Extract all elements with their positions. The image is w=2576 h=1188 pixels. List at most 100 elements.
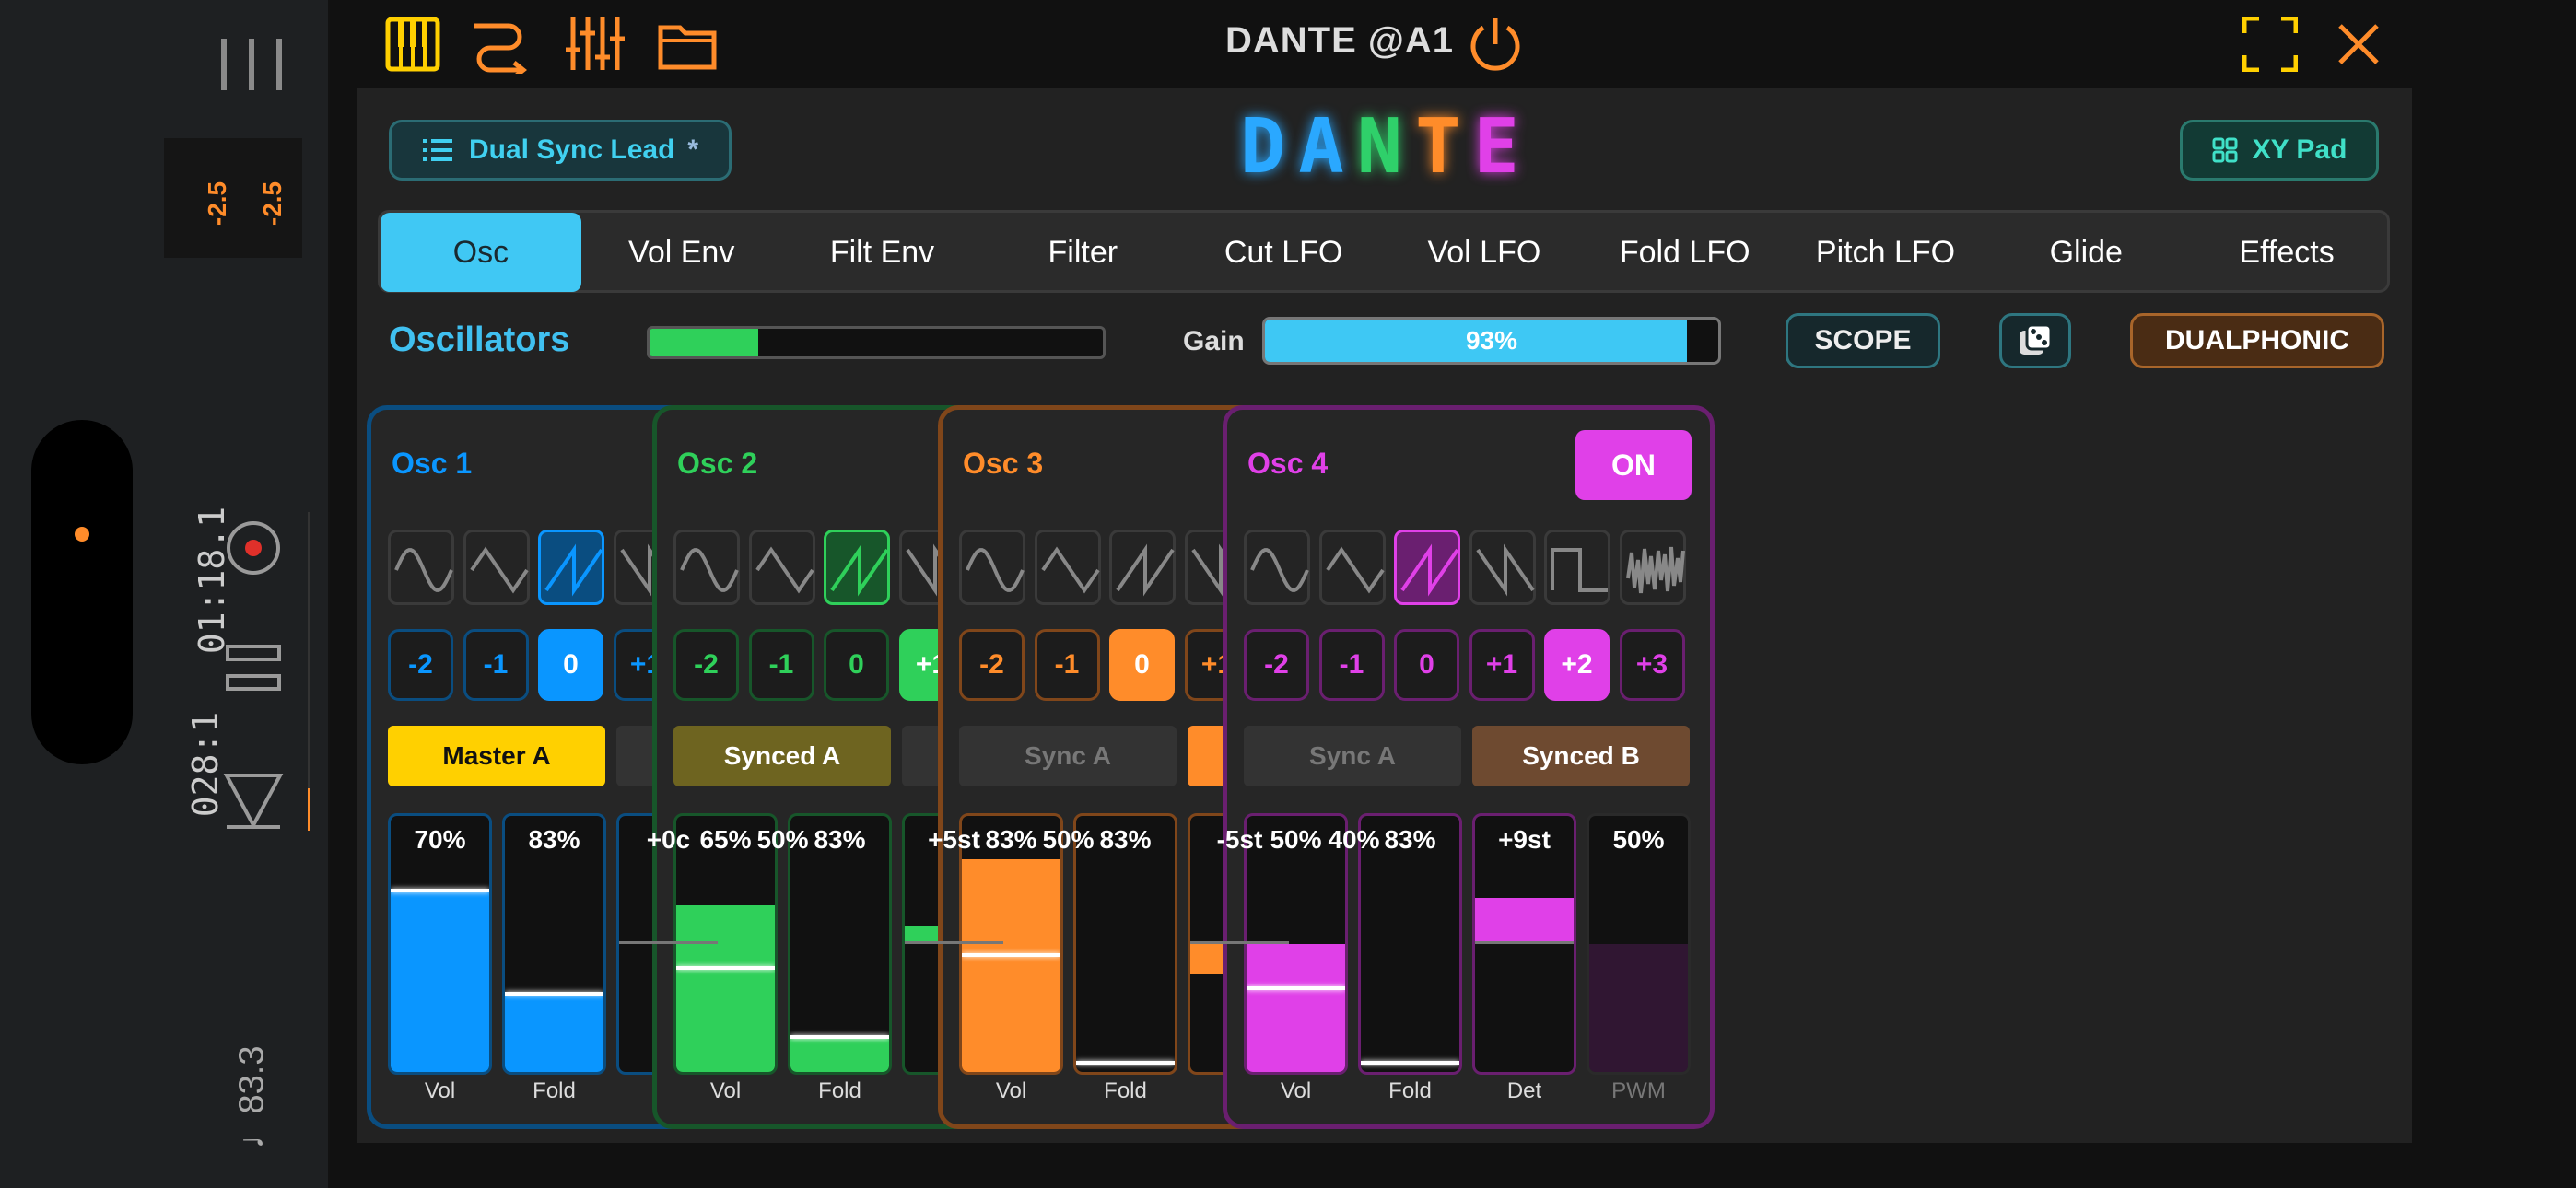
tab-filter[interactable]: Filter (982, 213, 1183, 292)
octave-button[interactable]: -1 (1318, 629, 1385, 701)
oscillator-on-button[interactable]: ON (1575, 430, 1692, 500)
octave-button[interactable]: -2 (1244, 629, 1309, 701)
octave-button[interactable]: -2 (673, 629, 739, 701)
record-button-icon[interactable] (225, 519, 282, 577)
folder-icon[interactable] (658, 18, 717, 70)
preset-button[interactable]: Dual Sync Lead * (389, 120, 732, 181)
param-slider-det[interactable]: +9st (1472, 813, 1576, 1075)
param-slider-pwm[interactable]: 50% (1587, 813, 1691, 1075)
octave-button[interactable]: 0 (824, 629, 889, 701)
wave-saw-icon (1400, 543, 1459, 597)
wave-square-button[interactable] (1544, 530, 1610, 605)
octave-button[interactable]: +3 (1619, 629, 1685, 701)
wave-sine-button[interactable] (1244, 530, 1310, 605)
wave-triangle-button[interactable] (1318, 530, 1386, 605)
octave-button[interactable]: +1 (1469, 629, 1535, 701)
tab-filt-env[interactable]: Filt Env (782, 213, 983, 292)
slider-center-line (1190, 941, 1289, 944)
param-slider-vol[interactable]: 70% (388, 813, 492, 1075)
wave-reverse-saw-button[interactable] (1469, 530, 1536, 605)
wave-sine-icon (966, 548, 1025, 592)
slider-fill (1247, 944, 1345, 1072)
param-slider-fold[interactable]: 83% (502, 813, 606, 1075)
mixer-icon[interactable] (564, 13, 625, 74)
wave-noise-button[interactable] (1619, 530, 1686, 605)
wave-triangle-button[interactable] (748, 530, 815, 605)
plugin-window: DANTE @A1 Dual Sync Lead * DANTE XY Pad (330, 0, 2576, 1188)
wave-saw-button[interactable] (1394, 530, 1460, 605)
param-slider-fold[interactable]: 83% (1073, 813, 1177, 1075)
tab-pitch-lfo[interactable]: Pitch LFO (1786, 213, 1986, 292)
oscillator-name: Osc 2 (677, 447, 758, 480)
tab-fold-lfo[interactable]: Fold LFO (1585, 213, 1786, 292)
tab-vol-lfo[interactable]: Vol LFO (1384, 213, 1585, 292)
octave-button[interactable]: -1 (463, 629, 529, 701)
routing-icon[interactable] (470, 13, 531, 74)
wave-triangle-button[interactable] (463, 530, 530, 605)
octave-button[interactable]: 0 (538, 629, 603, 701)
slider-fill (1589, 944, 1688, 1072)
octave-button[interactable]: -1 (1034, 629, 1100, 701)
plugin-titlebar: DANTE @A1 (330, 0, 2576, 88)
sync-a-button[interactable]: Synced A (673, 726, 891, 786)
plugin-body: Dual Sync Lead * DANTE XY Pad Osc Vol Env… (357, 88, 2412, 1143)
wave-sine-button[interactable] (388, 530, 454, 605)
pause-button-icon[interactable] (225, 641, 282, 696)
dualphonic-button[interactable]: DUALPHONIC (2130, 313, 2384, 368)
xy-pad-button[interactable]: XY Pad (2180, 120, 2379, 181)
power-icon[interactable] (1467, 15, 1524, 72)
play-button-icon[interactable] (221, 772, 286, 831)
tab-glide[interactable]: Glide (1985, 213, 2186, 292)
slider-fill (962, 859, 1060, 1072)
sync-a-button[interactable]: Master A (388, 726, 605, 786)
grid-icon (2212, 137, 2238, 163)
logo-letter: A (1298, 103, 1344, 191)
fullscreen-icon[interactable] (2242, 17, 2298, 72)
oscillator-name: Osc 1 (392, 447, 473, 480)
wave-saw-button[interactable] (824, 530, 890, 605)
tab-cut-lfo[interactable]: Cut LFO (1183, 213, 1384, 292)
param-slider-vol[interactable]: 65% (673, 813, 778, 1075)
menu-handle-icon[interactable] (217, 35, 286, 94)
close-icon[interactable] (2336, 22, 2381, 66)
slider-center-line (905, 941, 1003, 944)
slider-value: 83% (985, 825, 1037, 854)
slider-handle-line (1247, 986, 1345, 991)
wave-saw-button[interactable] (1109, 530, 1176, 605)
octave-button[interactable]: -1 (748, 629, 814, 701)
wave-saw-button[interactable] (538, 530, 604, 605)
dante-logo: DANTE (1240, 103, 1519, 191)
randomize-button[interactable] (1999, 313, 2071, 368)
wave-triangle-icon (1040, 546, 1100, 594)
position-display: 028:1 (185, 711, 227, 818)
sync-b-button[interactable]: Synced B (1472, 726, 1690, 786)
tab-effects[interactable]: Effects (2186, 213, 2387, 292)
scope-button[interactable]: SCOPE (1786, 313, 1940, 368)
param-slider-fold[interactable]: 83% (1358, 813, 1462, 1075)
gain-slider[interactable]: 93% (1262, 317, 1721, 365)
octave-button[interactable]: +2 (1544, 629, 1610, 701)
wave-sine-button[interactable] (673, 530, 740, 605)
wave-sine-button[interactable] (959, 530, 1025, 605)
keyboard-icon[interactable] (385, 17, 440, 72)
octave-button[interactable]: 0 (1109, 629, 1175, 701)
slider-handle-line (505, 991, 603, 996)
tab-vol-env[interactable]: Vol Env (581, 213, 782, 292)
sync-a-button[interactable]: Sync A (1244, 726, 1461, 786)
slider-fill (505, 995, 603, 1072)
octave-button[interactable]: -2 (388, 629, 453, 701)
param-slider-fold[interactable]: 83% (788, 813, 892, 1075)
wave-triangle-button[interactable] (1034, 530, 1101, 605)
param-slider-vol[interactable]: 83% (959, 813, 1063, 1075)
record-arm-pill[interactable] (31, 420, 133, 764)
meter-right-value: -2.5 (258, 181, 287, 227)
preset-name: Dual Sync Lead (469, 134, 675, 165)
octave-button[interactable]: 0 (1394, 629, 1459, 701)
param-slider-vol[interactable]: 50% (1244, 813, 1348, 1075)
tempo-display[interactable]: ♩83.3 (232, 1046, 272, 1149)
gain-value: 93% (1465, 326, 1518, 355)
octave-button[interactable]: -2 (959, 629, 1025, 701)
wave-sine-icon (680, 548, 739, 592)
tab-osc[interactable]: Osc (381, 213, 581, 292)
sync-a-button[interactable]: Sync A (959, 726, 1177, 786)
